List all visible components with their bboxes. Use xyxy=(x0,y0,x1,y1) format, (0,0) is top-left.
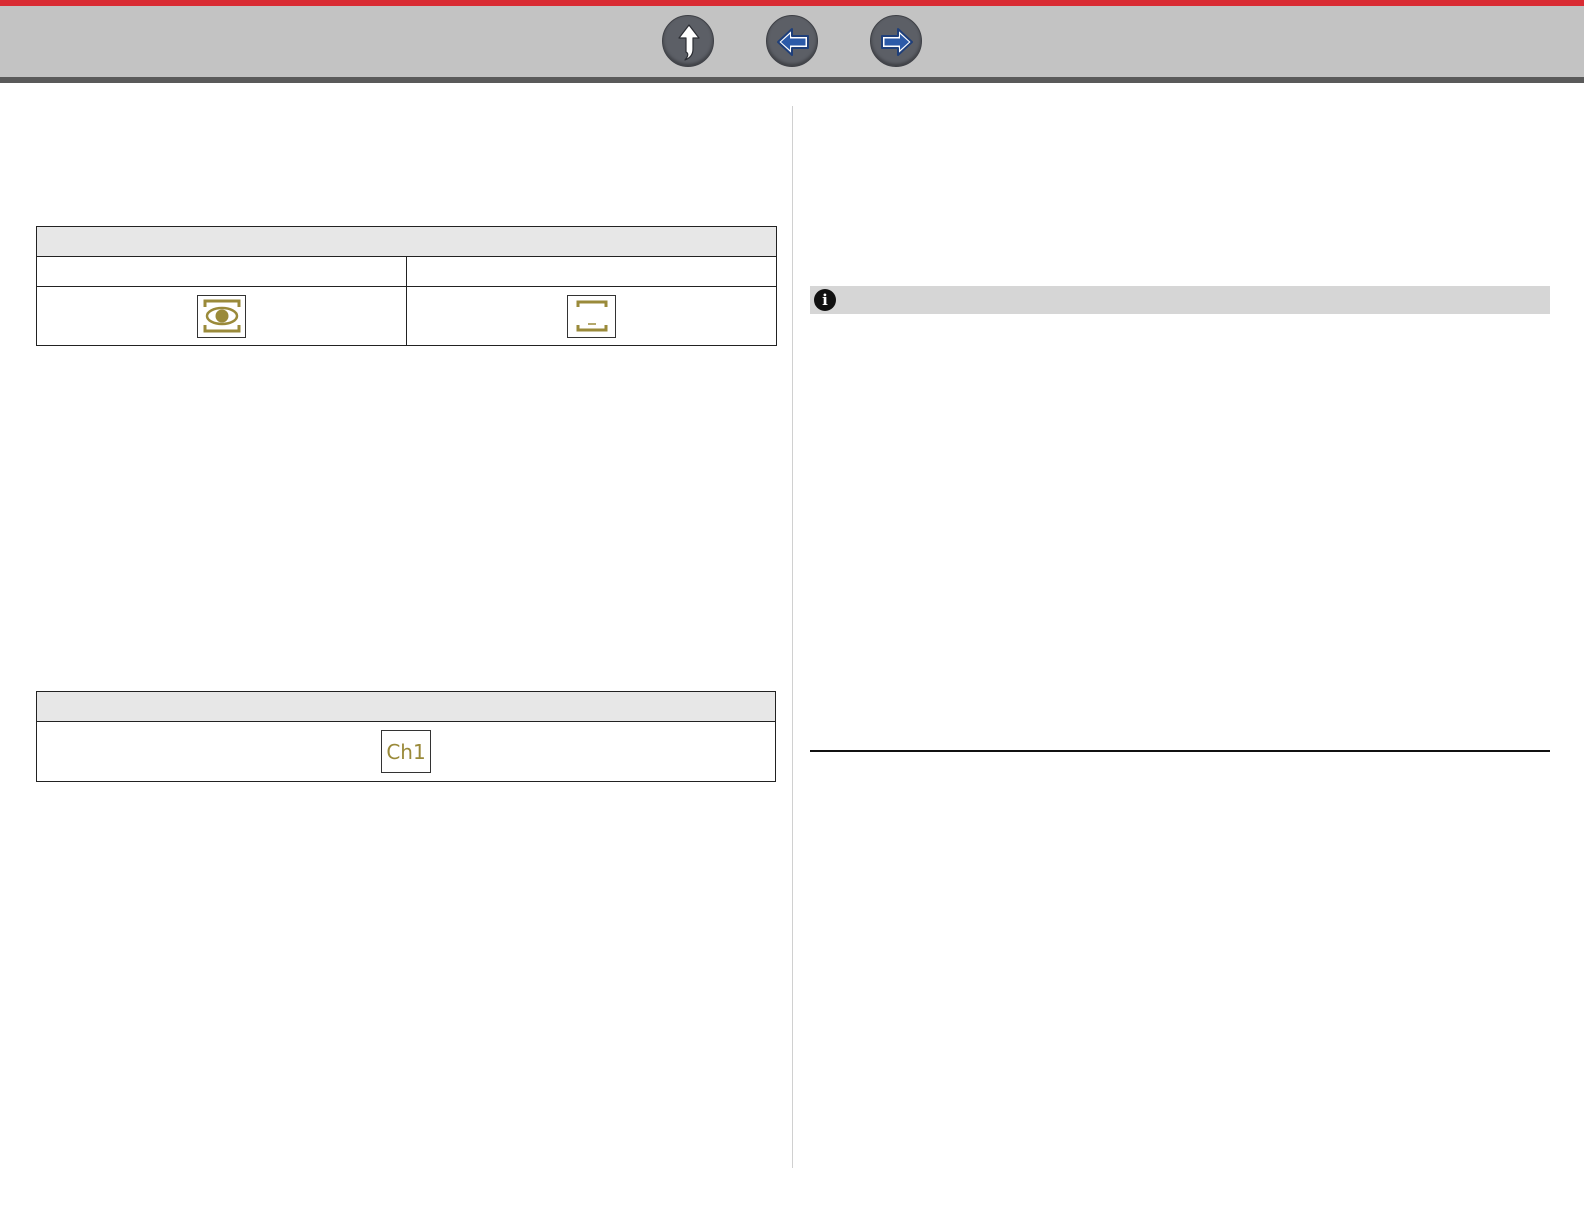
top-accent-stripe xyxy=(0,0,1584,6)
back-button[interactable] xyxy=(766,15,818,67)
channel-1-label: Ch1 xyxy=(386,739,426,764)
table-cell xyxy=(37,287,406,345)
up-button[interactable] xyxy=(662,15,714,67)
left-arrow-icon xyxy=(777,28,809,56)
icon-table-1 xyxy=(36,226,777,346)
note-bar: i xyxy=(810,286,1550,314)
forward-button[interactable] xyxy=(870,15,922,67)
channel-1-icon: Ch1 xyxy=(381,730,431,773)
table-header xyxy=(37,227,776,257)
icon-table-2: Ch1 xyxy=(36,691,776,782)
info-glyph: i xyxy=(822,291,828,309)
table-cell xyxy=(406,287,776,345)
section-divider xyxy=(810,750,1550,752)
toolbar-bottom-stripe xyxy=(0,77,1584,83)
top-toolbar xyxy=(0,0,1584,83)
table-cell: Ch1 xyxy=(37,722,775,781)
up-arrow-icon xyxy=(678,24,700,61)
table-cell xyxy=(406,257,776,286)
page: Ch1 i xyxy=(0,0,1584,1224)
table-label-row xyxy=(37,257,776,287)
table-icon-row: Ch1 xyxy=(37,722,775,781)
right-arrow-icon xyxy=(881,28,913,56)
column-divider xyxy=(792,106,793,1168)
table-cell xyxy=(37,257,406,286)
info-icon: i xyxy=(814,289,836,311)
table-header xyxy=(37,692,775,722)
empty-brackets-icon xyxy=(567,294,616,338)
eye-in-brackets-icon xyxy=(197,294,246,338)
table-icon-row xyxy=(37,287,776,345)
